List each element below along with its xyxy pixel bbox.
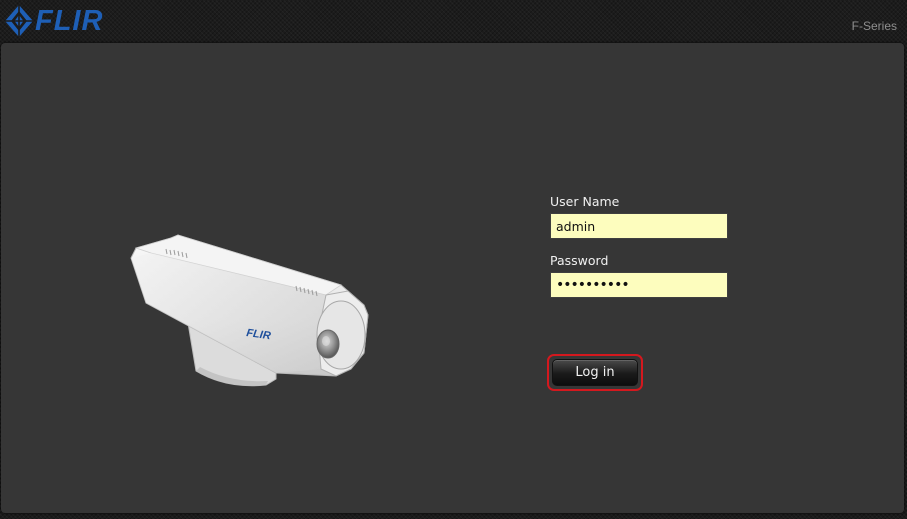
product-name: F-Series <box>851 19 897 33</box>
login-panel: FLIR User Name Password Log in <box>1 43 904 513</box>
login-button-highlight: Log in <box>547 354 643 391</box>
login-form: User Name Password Log in <box>547 193 730 391</box>
camera-image: FLIR <box>130 234 369 387</box>
header: FLIR F-Series <box>0 0 907 42</box>
username-label: User Name <box>550 194 620 209</box>
username-input[interactable] <box>550 213 728 239</box>
password-input[interactable] <box>550 272 728 298</box>
flir-diamond-logo-icon <box>5 5 33 37</box>
password-label: Password <box>550 253 609 268</box>
brand-name: FLIR <box>35 5 104 37</box>
flir-logo[interactable]: FLIR <box>4 4 114 38</box>
login-button[interactable]: Log in <box>552 359 638 386</box>
